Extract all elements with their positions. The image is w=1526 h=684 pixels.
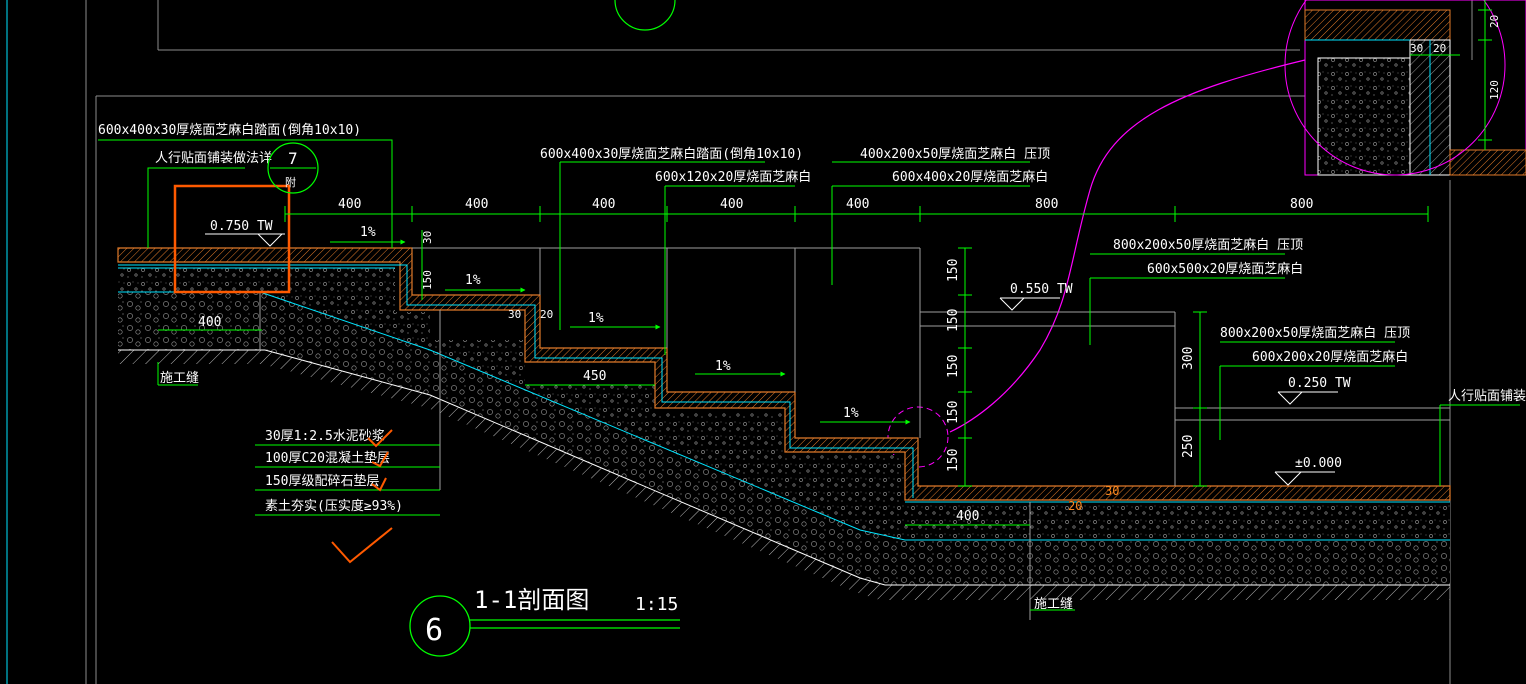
dim-step-side: 150 <box>421 270 434 290</box>
level-marker-top: 0.750 TW <box>205 219 285 247</box>
layer-soil: 素土夯实(压实度≥93%) <box>265 498 403 514</box>
dim-top-side: 30 <box>421 231 434 244</box>
title-block: 6 1-1剖面图 1:15 <box>409 586 680 657</box>
label-coping-3: 800x200x50厚烧面芝麻白 压顶 <box>1220 325 1410 341</box>
vertical-dimension-line <box>958 247 1207 487</box>
level-ground-text: ±0.000 <box>1295 456 1342 471</box>
dim-top-2: 400 <box>465 197 488 212</box>
inset-detail: 30 20 20 120 <box>1284 0 1526 176</box>
slope-3: 1% <box>588 311 604 326</box>
level-marker-wall-2: 0.250 TW <box>1277 376 1351 405</box>
dim-wall-250: 250 <box>1181 435 1196 458</box>
layer-gravel: 150厚级配碎石垫层 <box>265 473 379 489</box>
level-top-text: 0.750 TW <box>210 219 273 234</box>
dim-top-7: 800 <box>1290 197 1313 212</box>
dim-base-bottom: 400 <box>956 509 979 524</box>
dim-v-4: 150 <box>946 401 961 424</box>
label-wall-face-1: 600x400x20厚烧面芝麻白 <box>892 169 1048 185</box>
label-top-paving: 600x400x30厚烧面芝麻白踏面(倒角10x10) <box>98 122 361 138</box>
paving-thk-30: 30 <box>1105 484 1119 498</box>
dim-top-6: 800 <box>1035 197 1058 212</box>
label-joint-right: 施工缝 <box>1034 597 1073 612</box>
inset-dim-v20: 20 <box>1488 15 1501 28</box>
level-marker-wall-1: 0.550 TW <box>999 282 1073 311</box>
dim-tread-20: 20 <box>540 308 553 321</box>
dim-base-left: 400 <box>198 315 221 330</box>
dim-top-3: 400 <box>592 197 615 212</box>
label-coping-2: 800x200x50厚烧面芝麻白 压顶 <box>1113 237 1303 253</box>
dim-v-3: 150 <box>946 355 961 378</box>
slope-1: 1% <box>360 225 376 240</box>
label-riser-paving: 600x120x20厚烧面芝麻白 <box>655 169 811 185</box>
drawing-title: 1-1剖面图 <box>474 586 589 614</box>
level-wall-1-text: 0.550 TW <box>1010 282 1073 297</box>
drawing-scale: 1:15 <box>635 594 678 615</box>
cad-section-drawing: 30 20 20 120 400 400 400 400 400 800 800… <box>6 0 1526 684</box>
paving-thk-20: 20 <box>1068 499 1082 513</box>
dim-top-5: 400 <box>846 197 869 212</box>
dim-v-1: 150 <box>946 259 961 282</box>
layer-mortar: 30厚1:2.5水泥砂浆 <box>265 429 385 444</box>
markup-check-marks <box>331 429 393 564</box>
label-sidewalk-ref-right: 人行贴面铺装做法 <box>1448 389 1526 404</box>
title-bubble-number: 6 <box>425 613 443 648</box>
inset-dim-30: 30 <box>1410 42 1423 55</box>
label-wall-face-3: 600x200x20厚烧面芝麻白 <box>1252 349 1408 365</box>
ref-bubble-sub: 附 <box>285 175 296 189</box>
dim-v-2: 150 <box>946 309 961 332</box>
slope-2: 1% <box>465 273 481 288</box>
top-detail-bubble <box>614 0 676 31</box>
slope-4: 1% <box>715 359 731 374</box>
level-marker-ground: ±0.000 <box>1274 456 1342 486</box>
label-joint-left: 施工缝 <box>160 371 199 386</box>
label-tread-paving: 600x400x30厚烧面芝麻白踏面(倒角10x10) <box>540 146 803 162</box>
inset-dim-20: 20 <box>1433 42 1446 55</box>
dim-step-base: 450 <box>583 369 606 384</box>
label-coping-1: 400x200x50厚烧面芝麻白 压顶 <box>860 146 1050 162</box>
slope-5: 1% <box>843 406 859 421</box>
dim-tread-30: 30 <box>508 308 521 321</box>
dim-top-4: 400 <box>720 197 743 212</box>
layer-concrete: 100厚C20混凝土垫层 <box>265 450 390 466</box>
inset-dim-v120: 120 <box>1488 80 1501 100</box>
dim-wall-300: 300 <box>1181 347 1196 370</box>
label-sidewalk-ref: 人行贴面铺装做法详 <box>155 151 272 166</box>
level-wall-2-text: 0.250 TW <box>1288 376 1351 391</box>
dim-v-5: 150 <box>946 449 961 472</box>
label-wall-face-2: 600x500x20厚烧面芝麻白 <box>1147 261 1303 277</box>
ref-bubble-number: 7 <box>288 149 298 168</box>
dim-top-1: 400 <box>338 197 361 212</box>
